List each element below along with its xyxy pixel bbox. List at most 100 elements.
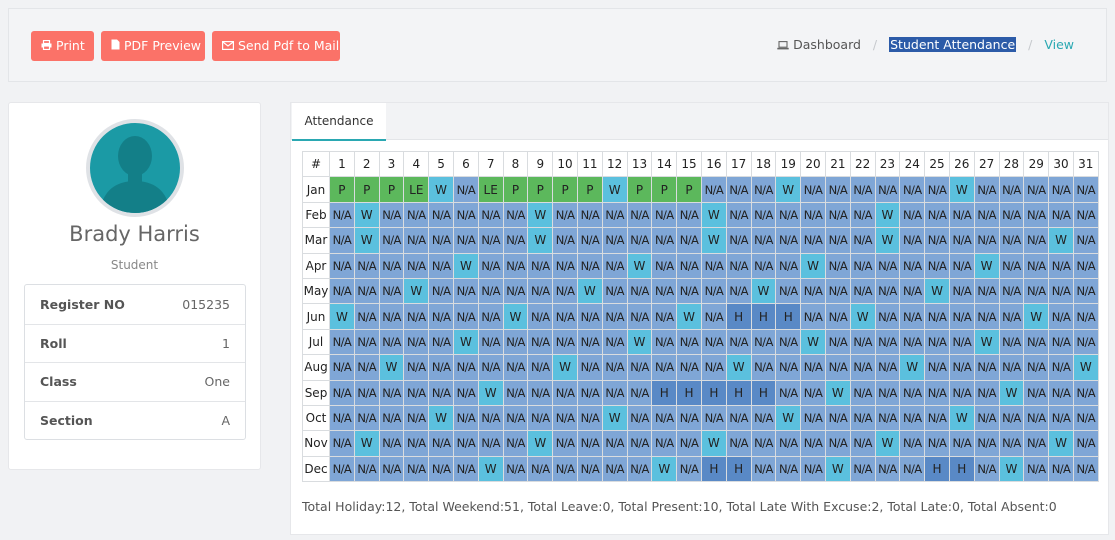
attendance-cell: N/A <box>329 252 355 279</box>
attendance-cell: N/A <box>899 227 926 254</box>
header-day: 17 <box>725 150 752 178</box>
attendance-cell: N/A <box>676 252 702 279</box>
attendance-cell: W <box>676 303 702 330</box>
attendance-cell: N/A <box>452 303 479 330</box>
attendance-cell: P <box>527 176 554 203</box>
attendance-cell: N/A <box>998 404 1025 432</box>
attendance-cell: N/A <box>849 404 876 432</box>
attendance-cell: N/A <box>353 252 380 279</box>
attendance-cell: N/A <box>924 379 950 406</box>
table-row: Sep N/A N/A N/A N/A N/A N/A W N/A N/A N/A N/A N/A N/A… <box>302 379 1099 406</box>
attendance-cell: N/A <box>824 303 851 330</box>
breadcrumb-view[interactable]: View <box>1044 37 1074 52</box>
attendance-cell: N/A <box>824 328 851 356</box>
attendance-cell: N/A <box>676 328 702 356</box>
attendance-cell: N/A <box>477 277 504 305</box>
attendance-cell: N/A <box>1023 354 1050 381</box>
attendance-cell: N/A <box>502 455 529 483</box>
attendance-cell: N/A <box>378 404 405 432</box>
attendance-cell: N/A <box>775 354 802 381</box>
attendance-cell: N/A <box>924 227 950 254</box>
info-row-register-no: Register NO 015235 <box>25 285 245 324</box>
attendance-cell: N/A <box>1023 227 1050 254</box>
attendance-cell: N/A <box>651 227 678 254</box>
attendance-cell: N/A <box>1023 430 1050 457</box>
attendance-cell: N/A <box>502 328 529 356</box>
header-day: 26 <box>948 150 975 178</box>
tab-attendance[interactable]: Attendance <box>292 103 386 141</box>
month-label: Oct <box>302 404 330 432</box>
attendance-cell: N/A <box>824 404 851 432</box>
attendance-cell: W <box>1048 227 1074 254</box>
attendance-cell: N/A <box>477 404 504 432</box>
header-day: 2 <box>353 150 380 178</box>
attendance-cell: N/A <box>824 277 851 305</box>
attendance-cell: W <box>874 430 901 457</box>
attendance-cell: N/A <box>626 277 653 305</box>
file-icon <box>111 32 120 62</box>
attendance-cell: N/A <box>700 404 727 432</box>
attendance-cell: W <box>428 404 454 432</box>
attendance-cell: H <box>775 303 802 330</box>
attendance-cell: W <box>353 227 380 254</box>
attendance-cell: N/A <box>948 328 975 356</box>
attendance-cell: N/A <box>1023 176 1050 203</box>
attendance-cell: N/A <box>651 328 678 356</box>
attendance-cell: N/A <box>824 176 851 203</box>
send-pdf-mail-button[interactable]: Send Pdf to Mail <box>212 31 340 61</box>
attendance-cell: N/A <box>676 201 702 229</box>
attendance-cell: N/A <box>527 354 554 381</box>
breadcrumb-student-attendance[interactable]: Student Attendance <box>889 37 1017 52</box>
attendance-cell: W <box>973 252 1000 279</box>
attendance-cell: H <box>924 455 950 483</box>
print-button[interactable]: Print <box>31 31 94 61</box>
attendance-cell: N/A <box>948 303 975 330</box>
attendance-cell: N/A <box>775 328 802 356</box>
table-header-row: # 1 2 3 4 5 6 7 8 9 10 11 12 13 14 15 16 17 18 19 20 21 22 23 2… <box>302 150 1099 178</box>
attendance-cell: N/A <box>502 430 529 457</box>
attendance-cell: W <box>378 354 405 381</box>
attendance-cell: N/A <box>626 404 653 432</box>
avatar <box>86 119 184 217</box>
breadcrumb-dashboard[interactable]: Dashboard <box>777 37 865 52</box>
student-name: Brady Harris <box>69 222 200 246</box>
attendance-cell: N/A <box>874 404 901 432</box>
attendance-cell: N/A <box>1072 277 1099 305</box>
attendance-table: # 1 2 3 4 5 6 7 8 9 10 11 12 13 14 15 16 17 18 19 20 21 22 23 2… <box>302 150 1099 483</box>
attendance-cell: N/A <box>1072 430 1099 457</box>
attendance-cell: N/A <box>725 201 752 229</box>
attendance-cell: N/A <box>378 430 405 457</box>
pdf-preview-button[interactable]: PDF Preview <box>101 31 205 61</box>
attendance-cell: N/A <box>998 201 1025 229</box>
attendance-cell: N/A <box>626 379 653 406</box>
attendance-cell: W <box>502 303 529 330</box>
month-label: Dec <box>302 455 330 483</box>
attendance-cell: N/A <box>552 277 578 305</box>
attendance-cell: N/A <box>1048 379 1074 406</box>
table-row: Mar N/A W N/A N/A N/A N/A N/A N/A W N/A N/A N/A N/A N/… <box>302 227 1099 254</box>
attendance-cell: N/A <box>527 455 554 483</box>
attendance-cell: N/A <box>700 328 727 356</box>
attendance-cell: W <box>824 455 851 483</box>
attendance-cell: N/A <box>502 379 529 406</box>
attendance-cell: P <box>676 176 702 203</box>
attendance-cell: N/A <box>601 430 628 457</box>
attendance-cell: N/A <box>775 455 802 483</box>
attendance-cell: N/A <box>403 354 430 381</box>
attendance-cell: N/A <box>800 227 826 254</box>
student-profile-card: Brady Harris Student Register NO 015235 … <box>8 102 261 470</box>
attendance-cell: N/A <box>552 252 578 279</box>
attendance-cell: N/A <box>329 201 355 229</box>
attendance-cell: N/A <box>651 277 678 305</box>
attendance-cell: N/A <box>502 201 529 229</box>
table-row: Jul N/A N/A N/A N/A N/A W N/A N/A N/A N/A N/A N/A W N/… <box>302 328 1099 356</box>
attendance-cell: N/A <box>750 455 777 483</box>
attendance-cell: N/A <box>626 227 653 254</box>
attendance-cell: N/A <box>973 379 1000 406</box>
attendance-cell: W <box>527 227 554 254</box>
attendance-cell: N/A <box>378 277 405 305</box>
attendance-cell: N/A <box>428 303 454 330</box>
month-label: Mar <box>302 227 330 254</box>
info-row-class: Class One <box>25 362 245 401</box>
attendance-cell: N/A <box>874 354 901 381</box>
